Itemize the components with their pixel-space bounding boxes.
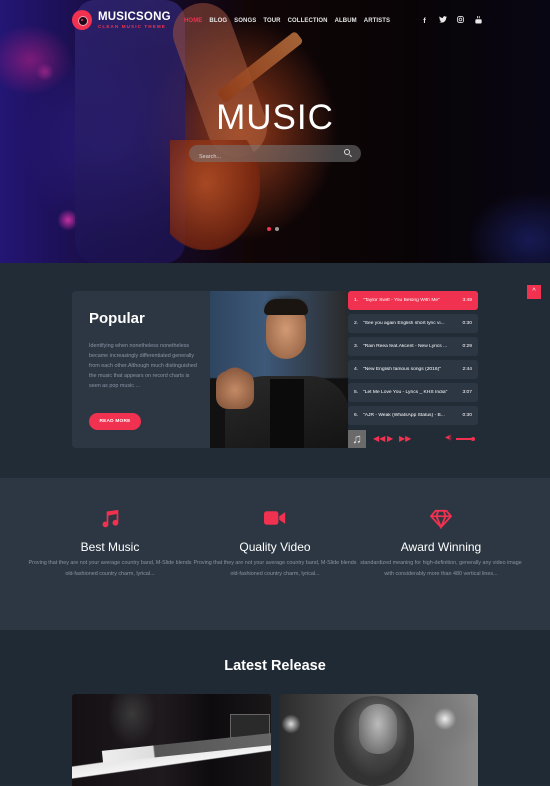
track-name: "Taylor Swift - You Belong With Me": [363, 298, 440, 303]
feature-description: Proving that they are not your average c…: [193, 560, 357, 577]
feature-title: Best Music: [80, 540, 140, 554]
volume-slider[interactable]: [456, 436, 475, 440]
popular-section: Popular Identifying when nonetheless non…: [0, 263, 550, 478]
nav-tour[interactable]: TOUR: [263, 18, 280, 24]
track-duration: 0:30: [462, 321, 472, 326]
scroll-to-top-button[interactable]: ^: [527, 285, 541, 299]
track-item[interactable]: 6. "AJR - Weak (WhatsApp Status) - B... …: [348, 406, 478, 425]
nav-home[interactable]: HOME: [184, 18, 202, 24]
main-menu: HOME BLOG SONGS TOUR COLLECTION ALBUM AR…: [184, 18, 390, 24]
vinyl-disc-icon: [72, 10, 92, 30]
track-name: "Rain Reea feat.Akcent - New Lyrics ...: [363, 344, 448, 349]
diamond-icon: [356, 509, 526, 529]
track-number: 1.: [354, 298, 359, 303]
search-box: [189, 145, 361, 166]
volume-icon[interactable]: ◀): [445, 434, 452, 443]
brand-tagline: CLEAN MUSIC THEME: [98, 23, 166, 29]
section-title: Latest Release: [224, 658, 326, 674]
feature-description: standardized meaning for high-definition…: [360, 560, 522, 577]
artist-photo: [210, 291, 348, 448]
track-item[interactable]: 5. "Let Me Love You - Lyrics _ KHS India…: [348, 383, 478, 402]
top-navigation: MUSICSONG CLEAN MUSIC THEME HOME BLOG SO…: [0, 0, 550, 40]
audio-player: ♫ ◀◀ ▶ ▶▶ ◀): [348, 430, 478, 448]
feature-award-winning: Award Winning standardized meaning for h…: [356, 478, 526, 580]
music-note-icon: ♫: [348, 430, 366, 448]
twitter-icon[interactable]: [439, 16, 447, 26]
track-item[interactable]: 3. "Rain Reea feat.Akcent - New Lyrics .…: [348, 337, 478, 356]
track-name: "AJR - Weak (WhatsApp Status) - B...: [363, 413, 445, 418]
feature-title: Quality Video: [239, 540, 311, 554]
feature-best-music: Best Music Proving that they are not you…: [25, 478, 195, 580]
instagram-icon[interactable]: [457, 16, 464, 26]
rewind-icon[interactable]: ◀◀: [373, 434, 385, 443]
nav-artists[interactable]: ARTISTS: [364, 18, 390, 24]
slider-dot-1[interactable]: [267, 227, 271, 231]
search-input[interactable]: [189, 148, 329, 166]
track-item[interactable]: 4. "New English famous songs (2016)" 2:4…: [348, 360, 478, 379]
fast-forward-icon[interactable]: ▶▶: [399, 434, 411, 443]
popular-title: Popular: [89, 310, 145, 327]
slider-dots: [267, 227, 279, 231]
facebook-icon[interactable]: f: [421, 16, 428, 26]
playlist: 1. "Taylor Swift - You Belong With Me" 3…: [348, 291, 478, 448]
track-duration: 3:07: [462, 390, 472, 395]
latest-release-section: Latest Release: [0, 630, 550, 786]
track-name: "Let Me Love You - Lyrics _ KHS India": [363, 390, 448, 395]
slider-dot-2[interactable]: [275, 227, 279, 231]
youtube-icon[interactable]: [475, 16, 482, 26]
track-duration: 0:29: [462, 344, 472, 349]
track-number: 5.: [354, 390, 359, 395]
track-item[interactable]: 2. "See you again English short lyric vi…: [348, 314, 478, 333]
music-note-icon: [25, 509, 195, 529]
feature-description: Proving that they are not your average c…: [28, 560, 192, 577]
nav-collection[interactable]: COLLECTION: [288, 18, 328, 24]
track-number: 3.: [354, 344, 359, 349]
feature-quality-video: Quality Video Proving that they are not …: [190, 478, 360, 580]
popular-description: Identifying when nonetheless nonetheless…: [89, 343, 197, 389]
track-number: 4.: [354, 367, 359, 372]
video-camera-icon: [190, 509, 360, 529]
release-card-guitarist[interactable]: [72, 694, 271, 786]
features-section: Best Music Proving that they are not you…: [0, 478, 550, 630]
hero-section: MUSICSONG CLEAN MUSIC THEME HOME BLOG SO…: [0, 0, 550, 263]
track-name: "See you again English short lyric vi...: [363, 321, 445, 326]
track-item[interactable]: 1. "Taylor Swift - You Belong With Me" 3…: [348, 291, 478, 310]
nav-album[interactable]: ALBUM: [335, 18, 357, 24]
nav-songs[interactable]: SONGS: [234, 18, 256, 24]
play-icon[interactable]: ▶: [387, 434, 393, 443]
social-links: f: [421, 16, 482, 26]
track-duration: 2:44: [462, 367, 472, 372]
logo[interactable]: MUSICSONG CLEAN MUSIC THEME: [72, 10, 171, 30]
read-more-button[interactable]: READ MORE: [89, 413, 141, 430]
hero-title: MUSIC: [216, 98, 334, 137]
release-card-singer[interactable]: [279, 694, 478, 786]
brand-name: MUSICSONG: [98, 10, 171, 23]
feature-title: Award Winning: [400, 540, 482, 554]
track-duration: 3:49: [462, 298, 472, 303]
track-number: 6.: [354, 413, 359, 418]
track-number: 2.: [354, 321, 359, 326]
popular-card: Popular Identifying when nonetheless non…: [72, 291, 214, 448]
nav-blog[interactable]: BLOG: [209, 18, 227, 24]
track-duration: 0:30: [462, 413, 472, 418]
search-icon[interactable]: [344, 149, 350, 155]
track-name: "New English famous songs (2016)": [363, 367, 441, 372]
